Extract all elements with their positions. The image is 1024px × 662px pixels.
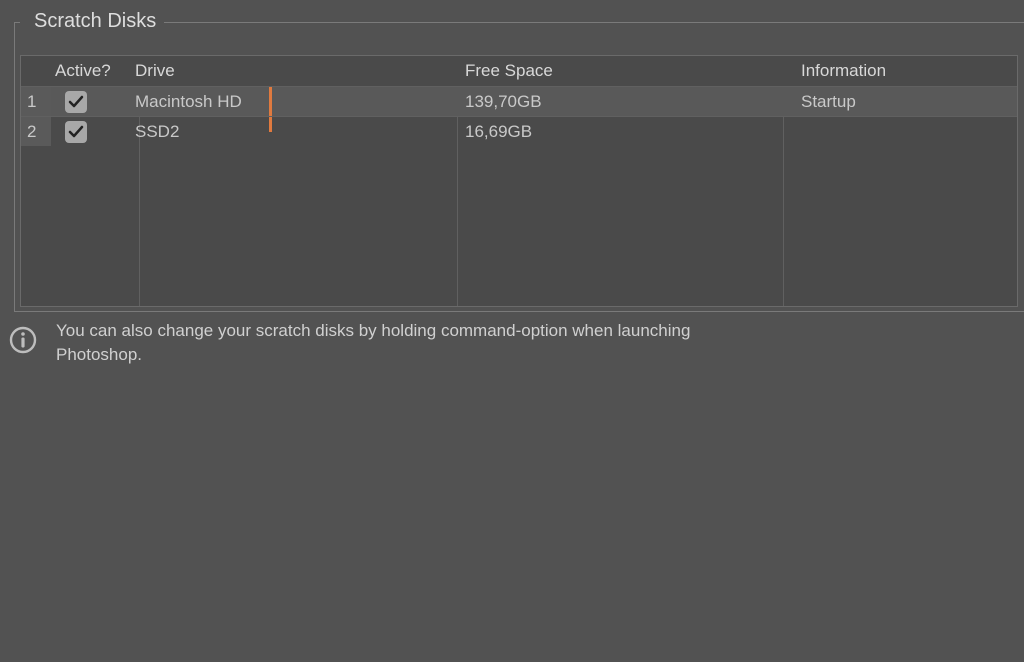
drive-cell: Macintosh HD <box>131 92 457 112</box>
active-checkbox[interactable] <box>65 91 87 113</box>
active-cell <box>51 121 131 143</box>
check-icon <box>68 124 84 140</box>
free-space-cell: 139,70GB <box>457 92 783 112</box>
row-index: 2 <box>21 117 51 146</box>
hint-row: You can also change your scratch disks b… <box>8 319 1024 367</box>
reorder-indicator-icon[interactable] <box>269 87 272 116</box>
table-row[interactable]: 2 SSD2 16,69GB <box>21 116 1017 146</box>
header-active[interactable]: Active? <box>51 61 131 81</box>
check-icon <box>68 94 84 110</box>
hint-text: You can also change your scratch disks b… <box>56 319 696 367</box>
information-cell: Startup <box>783 92 1017 112</box>
header-information[interactable]: Information <box>783 61 1017 81</box>
active-checkbox[interactable] <box>65 121 87 143</box>
info-icon <box>8 325 38 355</box>
table-header: Active? Drive Free Space Information <box>21 56 1017 86</box>
active-cell <box>51 91 131 113</box>
scratch-disks-panel: Scratch Disks Active? Drive Free Space I… <box>14 10 1024 307</box>
header-drive[interactable]: Drive <box>131 61 457 81</box>
scratch-disks-table: Active? Drive Free Space Information 1 M… <box>20 55 1018 307</box>
drive-cell: SSD2 <box>131 122 457 142</box>
row-index: 1 <box>21 87 51 116</box>
reorder-indicator-icon[interactable] <box>269 117 272 132</box>
header-free-space[interactable]: Free Space <box>457 61 783 81</box>
panel-title: Scratch Disks <box>20 10 164 33</box>
free-space-cell: 16,69GB <box>457 122 783 142</box>
table-row[interactable]: 1 Macintosh HD 139,70GB Startup <box>21 86 1017 116</box>
